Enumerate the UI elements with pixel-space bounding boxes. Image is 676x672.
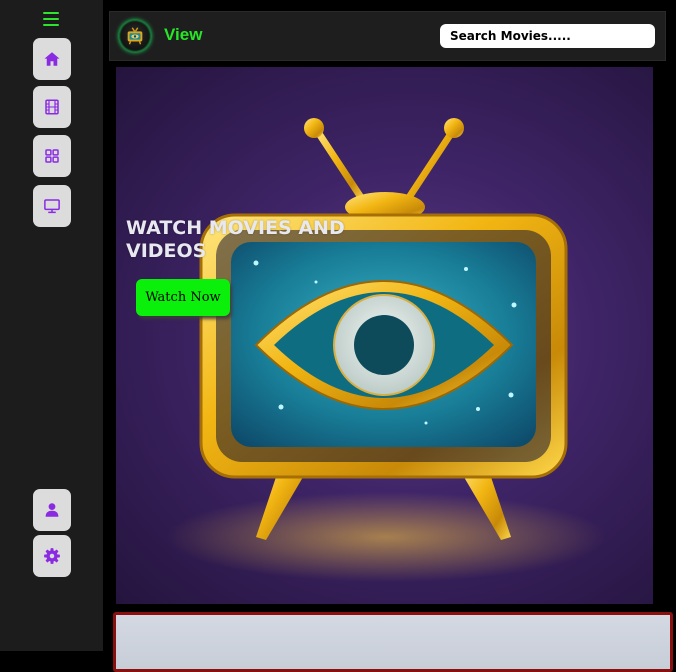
content-card[interactable] xyxy=(113,612,673,672)
gear-icon xyxy=(44,548,60,564)
tv-eye-illustration xyxy=(166,118,606,582)
movies-button[interactable] xyxy=(33,86,71,128)
user-icon xyxy=(45,503,59,517)
hero-banner: WATCH MOVIES AND VIDEOS Watch Now xyxy=(116,67,653,604)
watch-now-button[interactable]: Watch Now xyxy=(136,279,230,316)
grid-icon xyxy=(45,149,59,163)
film-icon xyxy=(45,99,59,115)
tv-button[interactable] xyxy=(33,185,71,227)
home-icon xyxy=(44,52,60,66)
categories-button[interactable] xyxy=(33,135,71,177)
sidebar xyxy=(0,0,103,651)
settings-button[interactable] xyxy=(33,535,71,577)
logo-icon[interactable] xyxy=(119,20,151,52)
tv-icon xyxy=(44,199,60,214)
hero-title: WATCH MOVIES AND VIDEOS xyxy=(126,217,345,262)
home-button[interactable] xyxy=(33,38,71,80)
brand-title[interactable]: View xyxy=(164,25,202,45)
profile-button[interactable] xyxy=(33,489,71,531)
top-bar: View xyxy=(109,11,666,61)
hamburger-icon[interactable] xyxy=(43,11,59,27)
search-input[interactable] xyxy=(440,24,655,48)
